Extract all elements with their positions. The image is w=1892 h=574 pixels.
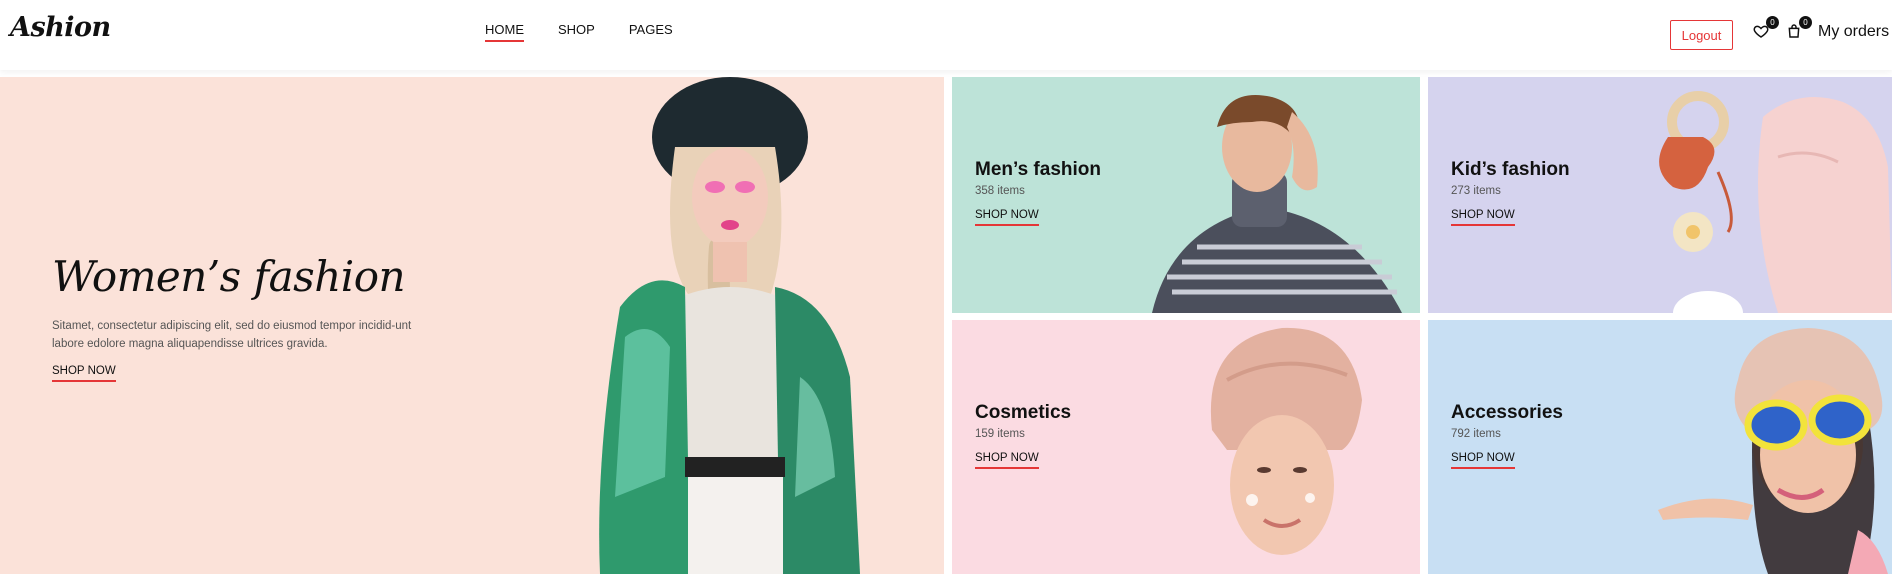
- kids-clothes-image: [1659, 91, 1892, 313]
- man-model-image: [1152, 95, 1402, 313]
- mens-card-count: 358 items: [975, 185, 1025, 197]
- cosmetics-card[interactable]: Cosmetics 159 items SHOP NOW: [952, 320, 1420, 574]
- wishlist-button[interactable]: 0: [1753, 16, 1779, 41]
- woman-model-image: [599, 77, 860, 574]
- logout-button[interactable]: Logout: [1670, 20, 1733, 50]
- hero-shop-now-link[interactable]: SHOP NOW: [52, 365, 116, 382]
- kids-card-title: Kid’s fashion: [1451, 159, 1570, 180]
- site-header: Ashion HOME SHOP PAGES Logout 0 0 My ord…: [0, 0, 1892, 70]
- mens-card-title: Men’s fashion: [975, 159, 1101, 180]
- nav-shop[interactable]: SHOP: [558, 22, 595, 42]
- cosmetics-card-count: 159 items: [975, 428, 1025, 440]
- accessories-model-image: [1658, 328, 1888, 574]
- hero-title: Women’s fashion: [52, 252, 406, 301]
- main-nav: HOME SHOP PAGES: [485, 22, 673, 42]
- kids-fashion-card[interactable]: Kid’s fashion 273 items SHOP NOW: [1428, 77, 1892, 313]
- mens-shop-now-link[interactable]: SHOP NOW: [975, 209, 1039, 226]
- hero-description: Sitamet, consectetur adipiscing elit, se…: [52, 320, 412, 350]
- cosmetics-card-title: Cosmetics: [975, 402, 1072, 423]
- cosmetics-model-image: [1210, 327, 1362, 555]
- cosmetics-shop-now-link[interactable]: SHOP NOW: [975, 452, 1039, 469]
- kids-card-count: 273 items: [1451, 185, 1501, 197]
- nav-pages[interactable]: PAGES: [629, 22, 673, 42]
- accessories-card-title: Accessories: [1451, 402, 1563, 423]
- women-fashion-banner: Women’s fashion Sitamet, consectetur adi…: [0, 77, 944, 574]
- accessories-shop-now-link[interactable]: SHOP NOW: [1451, 452, 1515, 469]
- accessories-card-count: 792 items: [1451, 428, 1501, 440]
- cart-count-badge: 0: [1799, 16, 1812, 29]
- accessories-card[interactable]: Accessories 792 items SHOP NOW: [1428, 320, 1892, 574]
- mens-fashion-card[interactable]: Men’s fashion 358 items SHOP NOW: [952, 77, 1420, 313]
- kids-shop-now-link[interactable]: SHOP NOW: [1451, 209, 1515, 226]
- cart-button[interactable]: 0: [1786, 16, 1812, 41]
- nav-home[interactable]: HOME: [485, 22, 524, 42]
- my-orders-link[interactable]: My orders: [1818, 23, 1889, 41]
- wishlist-count-badge: 0: [1766, 16, 1779, 29]
- site-logo[interactable]: Ashion: [10, 12, 111, 43]
